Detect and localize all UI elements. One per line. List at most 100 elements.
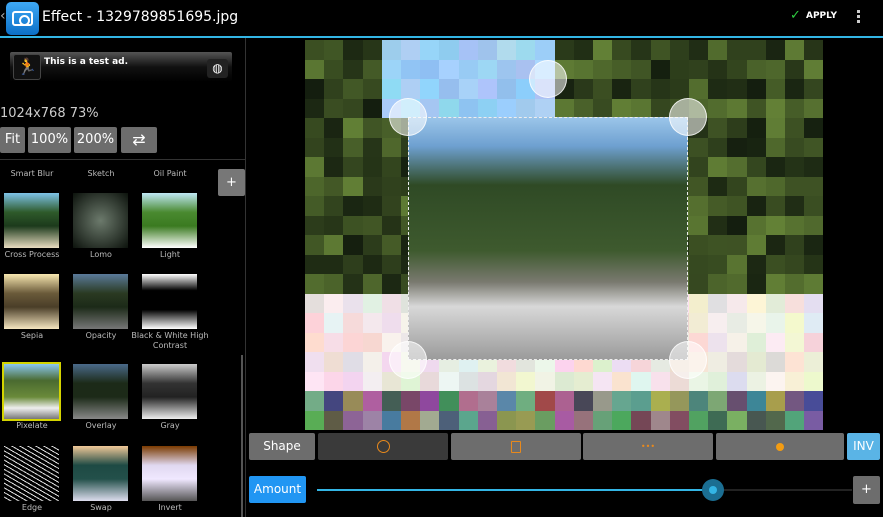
pixel-block: [804, 410, 823, 430]
pixel-block: [420, 391, 441, 411]
pixel-block: [689, 215, 709, 236]
zoom-100-button[interactable]: 100%: [28, 127, 71, 153]
pixel-block: [343, 137, 364, 158]
globe-icon[interactable]: ◍: [207, 59, 228, 78]
pixel-block: [669, 79, 690, 99]
effect-thumbnail[interactable]: [142, 364, 197, 419]
pixel-block: [362, 313, 383, 333]
pixel-block: [305, 235, 325, 255]
effect-thumbnail[interactable]: [142, 446, 197, 501]
pixel-block: [343, 313, 364, 333]
pixel-block: [420, 40, 441, 60]
check-icon[interactable]: ✓: [790, 8, 801, 23]
effect-thumbnail[interactable]: [73, 274, 128, 329]
invert-button[interactable]: INV: [847, 433, 880, 460]
pixel-block: [727, 176, 748, 197]
pixel-block: [765, 235, 786, 255]
pixel-block: [765, 59, 786, 80]
pixel-block: [689, 196, 709, 216]
pixel-block: [631, 410, 652, 430]
effect-label: Black & White High Contrast: [131, 331, 209, 350]
effect-thumbnail[interactable]: [73, 193, 128, 248]
pixel-block: [535, 410, 556, 430]
pixel-block: [477, 40, 498, 60]
pixel-block: [343, 352, 364, 372]
shape-line-option[interactable]: •••: [583, 433, 713, 460]
effect-thumbnail[interactable]: [4, 446, 59, 501]
pixel-block: [458, 79, 479, 99]
add-effect-button[interactable]: +: [218, 169, 245, 196]
resize-handle[interactable]: [669, 341, 707, 379]
pixel-block: [593, 40, 613, 60]
pixel-block: [593, 98, 613, 119]
effect-thumbnail[interactable]: [4, 274, 59, 329]
pixel-block: [727, 352, 748, 372]
pixel-block: [689, 410, 709, 430]
effect-thumbnail[interactable]: [73, 446, 128, 501]
pixel-block: [593, 59, 613, 80]
rectangle-icon: [511, 440, 521, 453]
pixel-block: [785, 352, 805, 372]
effect-thumbnail[interactable]: [4, 193, 59, 248]
pixel-block: [305, 137, 325, 158]
effect-header-label[interactable]: Oil Paint: [142, 169, 198, 179]
resize-handle[interactable]: [669, 98, 707, 136]
app-camera-icon[interactable]: [6, 2, 39, 35]
pixel-block: [765, 352, 786, 372]
pixel-block: [746, 157, 767, 177]
pixel-block: [554, 410, 575, 430]
pixel-block: [497, 391, 517, 411]
ad-banner[interactable]: 🏃 This is a test ad. ◍: [10, 52, 232, 82]
pixel-block: [689, 293, 709, 314]
shape-circle-option[interactable]: [318, 433, 448, 460]
pixel-block: [458, 391, 479, 411]
pixel-block: [381, 235, 402, 255]
resize-handle[interactable]: [389, 98, 427, 136]
pixel-block: [727, 410, 748, 430]
swap-arrows-icon[interactable]: ⇄: [121, 127, 157, 153]
pixel-block: [305, 352, 325, 372]
resize-handle[interactable]: [389, 341, 427, 379]
pixel-block: [305, 293, 325, 314]
increase-amount-button[interactable]: +: [853, 476, 880, 504]
pixel-block: [804, 313, 823, 333]
pixel-block: [650, 391, 671, 411]
pixel-block: [362, 215, 383, 236]
pixel-block: [765, 137, 786, 158]
shape-dot-option[interactable]: [716, 433, 844, 460]
pixel-block: [631, 371, 652, 392]
apply-button[interactable]: APPLY: [806, 11, 837, 21]
amount-slider-thumb[interactable]: [701, 479, 724, 501]
pixel-block: [785, 274, 805, 294]
pixel-block: [362, 79, 383, 99]
shape-rectangle-option[interactable]: [451, 433, 581, 460]
effect-thumbnail[interactable]: [142, 193, 197, 248]
effect-label: Light: [160, 250, 180, 259]
effect-header-label[interactable]: Smart Blur: [4, 169, 60, 179]
pixel-block: [708, 157, 729, 177]
pixel-block: [477, 79, 498, 99]
amount-button[interactable]: Amount: [249, 476, 306, 503]
shape-button[interactable]: Shape: [249, 433, 315, 460]
pixel-block: [516, 371, 537, 392]
pixel-block: [535, 391, 556, 411]
pixel-block: [362, 176, 383, 197]
pixel-block: [381, 59, 402, 80]
effect-thumbnail[interactable]: [142, 274, 197, 329]
effect-thumbnail[interactable]: [73, 364, 128, 419]
overflow-menu-icon[interactable]: [857, 10, 861, 26]
fit-button[interactable]: Fit: [0, 127, 25, 153]
pixel-block: [362, 40, 383, 60]
scrollbar[interactable]: [241, 355, 243, 517]
effect-thumbnail[interactable]: [2, 362, 61, 421]
pixel-block: [362, 98, 383, 119]
back-icon[interactable]: ‹: [0, 8, 6, 24]
pixel-block: [324, 391, 345, 411]
effect-header-label[interactable]: Sketch: [73, 169, 129, 179]
pixel-block: [554, 391, 575, 411]
rotate-handle[interactable]: [529, 60, 567, 98]
zoom-200-button[interactable]: 200%: [74, 127, 117, 153]
selection-rectangle[interactable]: [408, 117, 688, 360]
pixel-block: [785, 313, 805, 333]
pixel-block: [689, 157, 709, 177]
